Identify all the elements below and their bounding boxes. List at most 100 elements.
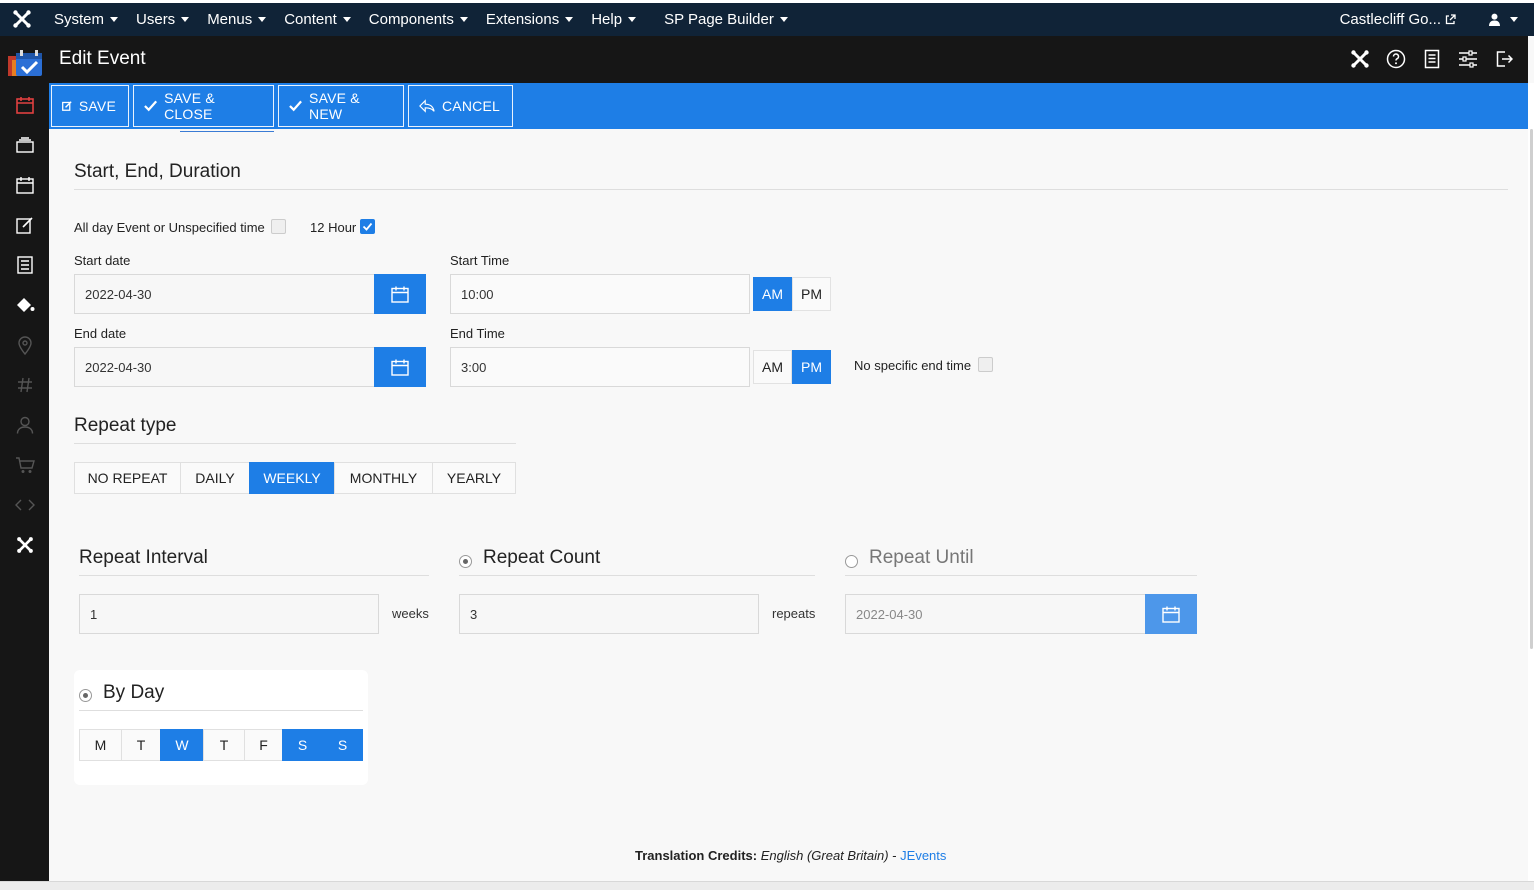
all-day-label: All day Event or Unspecified time (74, 220, 265, 235)
section-divider (74, 189, 1508, 190)
by-day-radio[interactable] (79, 689, 92, 702)
user-icon (1489, 13, 1500, 26)
sidebar-location-icon[interactable] (14, 334, 36, 356)
menu-menus[interactable]: Menus (207, 11, 267, 28)
site-name: Castlecliff Go... (1339, 11, 1441, 28)
end-date-label: End date (74, 326, 127, 341)
sidebar-hashtag-icon[interactable] (14, 374, 36, 396)
cancel-label: CANCEL (442, 98, 500, 114)
sidebar-document-icon[interactable] (14, 254, 36, 276)
menu-sp-page-builder[interactable]: SP Page Builder (664, 11, 788, 28)
repeat-interval-unit: weeks (392, 606, 429, 621)
page-title: Edit Event (59, 48, 146, 69)
caret-down-icon (110, 17, 119, 22)
repeat-count-input[interactable]: 3 (459, 594, 759, 634)
cancel-button[interactable]: CANCEL (408, 85, 513, 127)
start-date-calendar-button[interactable] (374, 274, 426, 314)
menu-extensions-label: Extensions (485, 11, 560, 28)
scrollbar-thumb[interactable] (1530, 129, 1533, 649)
sidebar-joomla-icon[interactable] (14, 534, 36, 556)
joomla-icon[interactable] (1342, 46, 1378, 72)
save-new-button[interactable]: SAVE & NEW (278, 85, 404, 127)
menu-users-label: Users (136, 11, 176, 28)
repeat-interval-input[interactable]: 1 (79, 594, 379, 634)
day-wednesday-button[interactable]: W (160, 729, 204, 761)
end-date-input[interactable]: 2022-04-30 (74, 347, 375, 387)
bottom-edge (0, 881, 1534, 890)
menu-content-label: Content (284, 11, 337, 28)
sidebar-cart-icon[interactable] (14, 454, 36, 476)
caret-down-icon (628, 17, 637, 22)
sidebar-layers-icon[interactable] (14, 134, 36, 156)
start-time-label: Start Time (450, 253, 510, 268)
repeat-weekly-button[interactable]: WEEKLY (249, 462, 335, 494)
repeat-count-radio[interactable] (459, 555, 472, 568)
repeat-monthly-button[interactable]: MONTHLY (334, 462, 433, 494)
menu-extensions[interactable]: Extensions (485, 11, 574, 28)
sidebar-code-icon[interactable] (14, 494, 36, 516)
day-friday-button[interactable]: F (244, 729, 283, 761)
menu-content[interactable]: Content (284, 11, 351, 28)
end-time-label: End Time (450, 326, 505, 341)
menu-system[interactable]: System (54, 11, 119, 28)
repeat-yearly-button[interactable]: YEARLY (432, 462, 516, 494)
repeat-until-divider (845, 575, 1197, 576)
sidebar-calendar-icon[interactable] (14, 94, 36, 116)
logout-icon[interactable] (1486, 46, 1522, 72)
day-tuesday-button[interactable]: T (121, 729, 161, 761)
save-close-button[interactable]: SAVE & CLOSE (133, 85, 274, 127)
menu-sp-page-builder-label: SP Page Builder (664, 11, 774, 28)
start-time-input[interactable]: 10:00 (450, 274, 750, 314)
menu-menus-label: Menus (207, 11, 253, 28)
twelve-hour-checkbox[interactable] (360, 219, 375, 234)
repeat-none-button[interactable]: NO REPEAT (74, 462, 181, 494)
end-date-calendar-button[interactable] (374, 347, 426, 387)
credits-separator: - (888, 848, 901, 863)
by-day-title: By Day (103, 682, 165, 703)
repeat-count-divider (459, 575, 815, 576)
menu-users[interactable]: Users (136, 11, 190, 28)
jevents-link[interactable]: JEvents (900, 848, 946, 863)
start-am-button[interactable]: AM (753, 277, 792, 311)
title-bar: Edit Event (0, 36, 1528, 83)
repeat-until-calendar-button[interactable] (1145, 594, 1197, 634)
document-icon[interactable] (1414, 46, 1450, 72)
repeat-until-radio[interactable] (845, 555, 858, 568)
help-icon[interactable] (1378, 46, 1414, 72)
start-date-input[interactable]: 2022-04-30 (74, 274, 375, 314)
site-link[interactable]: Castlecliff Go... (1340, 3, 1456, 36)
external-link-icon (1445, 14, 1456, 25)
sidebar-user-icon[interactable] (14, 414, 36, 436)
day-monday-button[interactable]: M (79, 729, 122, 761)
sidebar-paint-bucket-icon[interactable] (14, 294, 36, 316)
sidebar-events-icon[interactable] (14, 174, 36, 196)
no-end-time-checkbox[interactable] (978, 357, 993, 372)
day-sunday-button[interactable]: S (322, 729, 363, 761)
save-new-label: SAVE & NEW (309, 90, 360, 122)
sliders-icon[interactable] (1450, 46, 1486, 72)
section-title: Start, End, Duration (74, 161, 241, 182)
joomla-logo-icon[interactable] (12, 9, 32, 29)
day-thursday-button[interactable]: T (203, 729, 245, 761)
repeat-interval-divider (79, 575, 429, 576)
menu-components[interactable]: Components (369, 11, 468, 28)
main-content: Start, End, Duration All day Event or Un… (49, 129, 1528, 881)
end-pm-button[interactable]: PM (792, 350, 831, 384)
sidebar-edit-icon[interactable] (14, 214, 36, 236)
calendar-icon (391, 286, 409, 303)
all-day-checkbox[interactable] (271, 219, 286, 234)
menu-help[interactable]: Help (591, 11, 637, 28)
twelve-hour-label: 12 Hour (310, 220, 357, 235)
start-pm-button[interactable]: PM (792, 277, 831, 311)
day-saturday-button[interactable]: S (282, 729, 323, 761)
check-icon (289, 100, 302, 112)
caret-down-icon (258, 17, 267, 22)
user-menu[interactable] (1488, 3, 1518, 36)
repeat-until-input[interactable]: 2022-04-30 (845, 594, 1146, 634)
end-time-input[interactable]: 3:00 (450, 347, 750, 387)
by-day-divider (79, 710, 363, 711)
repeat-daily-button[interactable]: DAILY (180, 462, 250, 494)
save-button[interactable]: SAVE (51, 85, 129, 127)
save-close-label: SAVE & CLOSE (164, 90, 215, 122)
end-am-button[interactable]: AM (753, 350, 792, 384)
